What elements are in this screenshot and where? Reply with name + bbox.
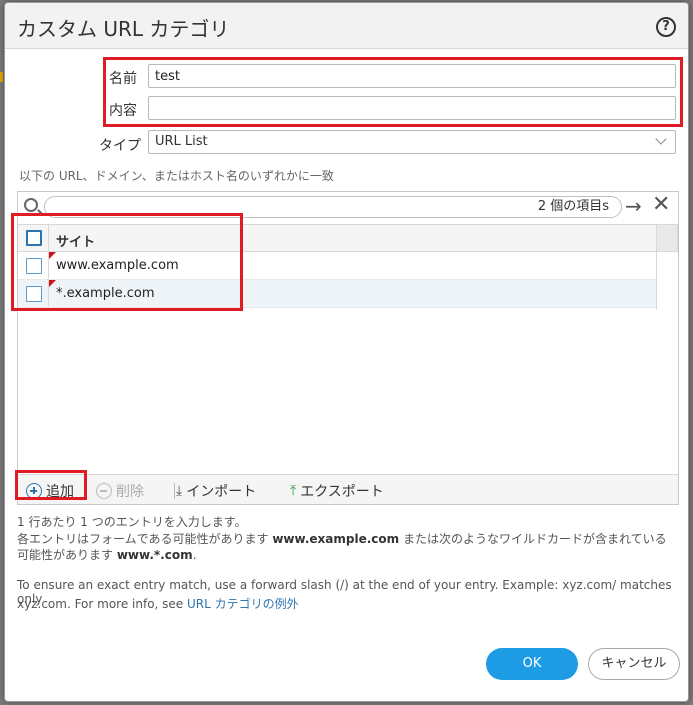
highlight-name-box: [103, 57, 683, 127]
custom-url-category-dialog: カスタム URL カテゴリ ? 名前 内容 タイプ URL List 以下の U…: [4, 2, 689, 702]
search-icon: [24, 198, 38, 212]
title-bar: カスタム URL カテゴリ ?: [5, 3, 688, 49]
match-hint: 以下の URL、ドメイン、またはホスト名のいずれかに一致: [19, 169, 334, 183]
info-line-1: 1 行あたり 1 つのエントリを入力します。: [17, 515, 247, 529]
item-count: 2 個の項目s: [537, 199, 609, 214]
import-label: インポート: [186, 484, 257, 500]
info-text: または次のようなワイルドカードが含まれている: [399, 532, 667, 546]
cancel-button[interactable]: キャンセル: [588, 648, 680, 680]
grid-toolbar: 追加 削除 ⤓ インポート ⤒ エクスポート: [18, 474, 678, 504]
toolbar-separator: [174, 483, 175, 499]
grid-right-border: [656, 252, 657, 310]
info-example: www.*.com: [116, 548, 193, 562]
export-button[interactable]: ⤒ エクスポート: [290, 481, 384, 501]
dialog-title: カスタム URL カテゴリ: [17, 17, 230, 41]
info-text: 可能性があります: [17, 548, 117, 562]
info-example: www.example.com: [272, 532, 400, 546]
info-line-3: 可能性があります www.*.com.: [17, 546, 196, 563]
chevron-down-icon: [655, 133, 667, 145]
import-icon: ⤓: [176, 483, 183, 499]
url-category-exception-link[interactable]: URL カテゴリの例外: [187, 597, 299, 611]
scrollbar-header: [656, 224, 678, 252]
type-label: タイプ: [99, 138, 141, 154]
delete-label: 削除: [116, 484, 144, 500]
info-text: .: [192, 548, 197, 562]
close-icon[interactable]: ✕: [652, 194, 670, 216]
import-button[interactable]: ⤓ インポート: [176, 481, 256, 501]
highlight-add-box: [15, 470, 87, 500]
backdrop-accent: [0, 72, 3, 82]
minus-icon: [96, 483, 112, 499]
type-select[interactable]: URL List: [148, 130, 676, 154]
ok-button[interactable]: OK: [486, 648, 578, 680]
info-line-2: 各エントリはフォームである可能性があります www.example.com また…: [17, 530, 667, 547]
delete-button[interactable]: 削除: [96, 481, 144, 501]
info-line-5: xyz.com. For more info, see URL カテゴリの例外: [17, 595, 299, 612]
type-select-value: URL List: [155, 134, 208, 149]
info-text: xyz.com. For more info, see: [17, 597, 188, 611]
arrow-right-icon[interactable]: →: [625, 195, 642, 217]
help-icon[interactable]: ?: [656, 17, 676, 37]
export-icon: ⤒: [290, 483, 297, 499]
export-label: エクスポート: [300, 484, 384, 500]
info-text: 各エントリはフォームである可能性があります: [17, 532, 273, 546]
highlight-site-box: [11, 213, 243, 311]
